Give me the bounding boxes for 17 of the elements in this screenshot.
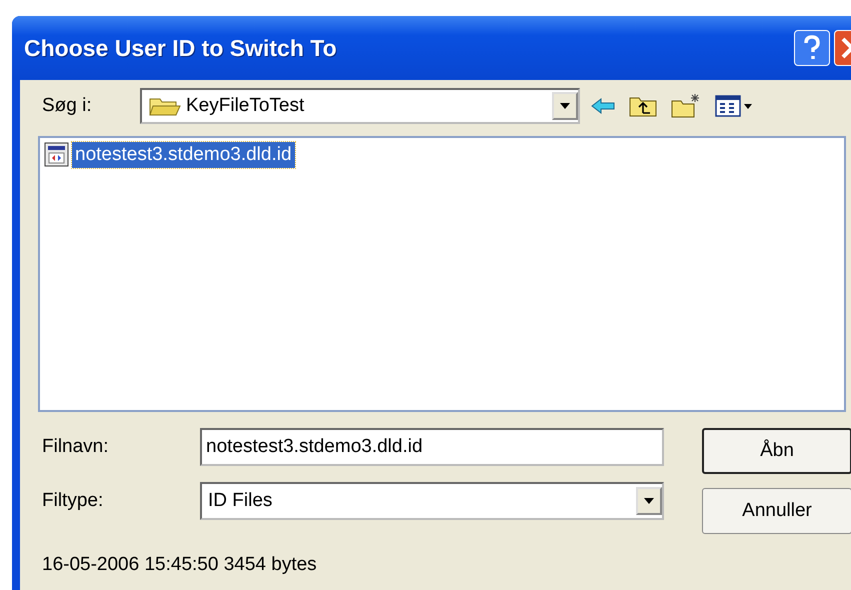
id-file-icon <box>44 142 70 168</box>
new-folder-icon <box>670 93 702 119</box>
file-name: notestest3.stdemo3.dld.id <box>72 142 295 168</box>
file-info-text: 16-05-2006 15:45:50 3454 bytes <box>41 553 318 576</box>
view-list-icon <box>714 94 754 118</box>
file-name-label: Filnavn: <box>41 436 110 458</box>
file-type-label: Filtype: <box>41 490 104 512</box>
file-type-dropdown[interactable]: ID Files <box>200 482 664 520</box>
window-title: Choose User ID to Switch To <box>24 34 337 62</box>
open-button[interactable]: Åbn <box>702 428 851 474</box>
help-button[interactable] <box>794 30 830 66</box>
file-item[interactable]: notestest3.stdemo3.dld.id <box>44 142 840 168</box>
file-name-field[interactable]: notestest3.stdemo3.dld.id <box>200 428 664 466</box>
look-in-label: Søg i: <box>41 95 93 117</box>
back-arrow-icon <box>590 96 616 116</box>
cancel-button[interactable]: Annuller <box>702 488 851 534</box>
look-in-dropdown[interactable]: KeyFileToTest <box>140 88 580 124</box>
